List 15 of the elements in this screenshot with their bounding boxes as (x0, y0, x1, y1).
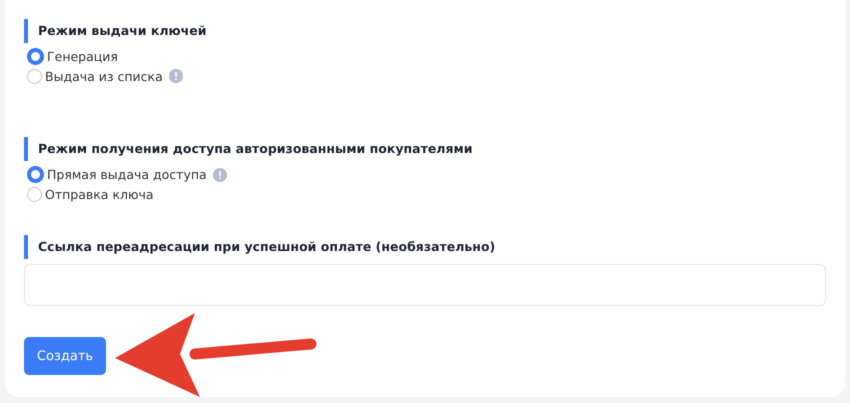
info-icon (168, 69, 183, 84)
radio-button[interactable] (27, 186, 42, 202)
info-icon (212, 168, 227, 182)
option-label: Отправка ключа (45, 186, 154, 202)
section-title: Режим выдачи ключей (24, 19, 826, 43)
section-title: Режим получения доступа авторизованными покупателями (24, 137, 826, 161)
radio-button[interactable] (27, 48, 44, 66)
option-label: Генерация (47, 49, 118, 64)
option-label: Выдача из списка (45, 68, 163, 84)
input-field[interactable] (24, 264, 826, 306)
section-title: Ссылка переадресации при успешной оплате (необязательно) (24, 235, 826, 259)
option-label: Прямая выдача доступа (47, 167, 207, 182)
create-button[interactable]: Создать (24, 337, 106, 375)
radio-button[interactable] (27, 166, 44, 184)
radio-button[interactable] (27, 68, 42, 84)
